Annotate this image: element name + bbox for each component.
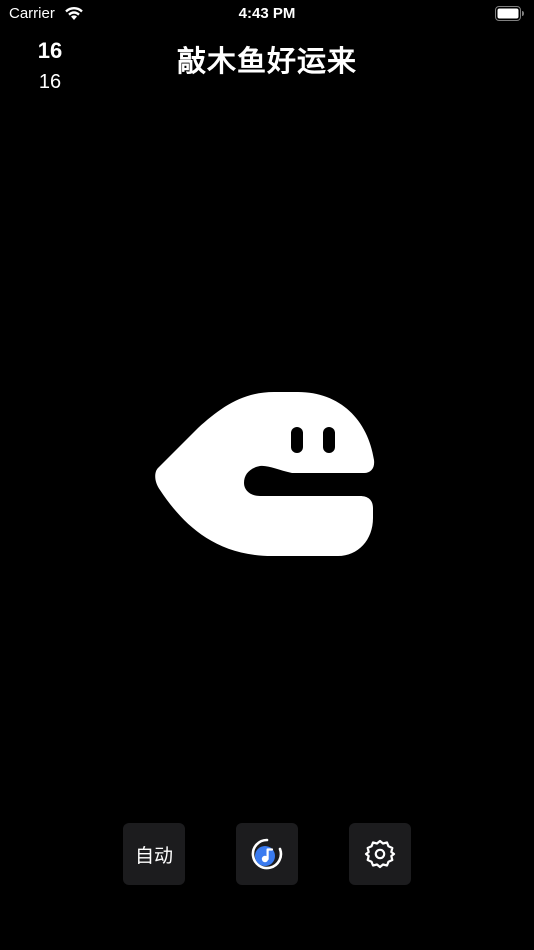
auto-button[interactable]: 自动 — [123, 823, 185, 885]
settings-button[interactable] — [349, 823, 411, 885]
status-bar: Carrier 4:43 PM — [0, 0, 534, 28]
gear-icon — [364, 839, 396, 869]
page-title: 敲木鱼好运来 — [176, 44, 357, 78]
fish-eye-right — [323, 427, 335, 453]
fish-eye-left — [291, 427, 303, 453]
status-time: 4:43 PM — [238, 5, 296, 22]
music-button[interactable] — [236, 823, 298, 885]
music-disc-icon — [251, 838, 283, 870]
wooden-fish-icon[interactable] — [152, 390, 378, 562]
battery-icon — [495, 6, 524, 21]
auto-button-label: 自动 — [134, 844, 173, 867]
